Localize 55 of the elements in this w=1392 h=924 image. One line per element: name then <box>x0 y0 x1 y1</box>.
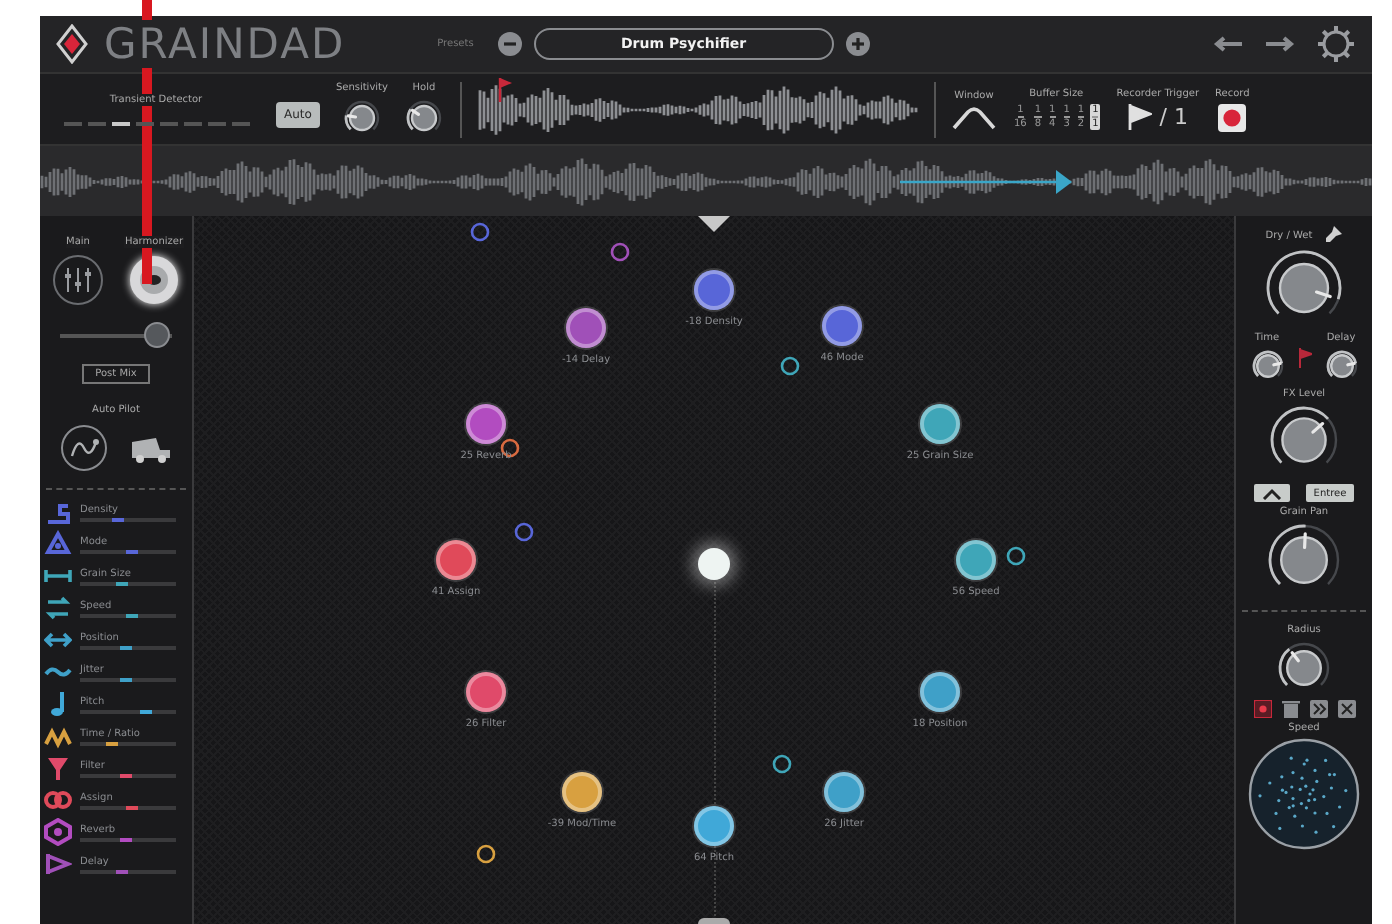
ring-handle-icon[interactable] <box>610 242 630 262</box>
ring-handle-icon[interactable] <box>772 754 792 774</box>
speed-orb-drawing[interactable] <box>1248 738 1360 850</box>
ring-handle-icon[interactable] <box>476 844 496 864</box>
trigger-count: / 1 <box>1159 104 1188 130</box>
parameter-icon[interactable] <box>44 754 72 782</box>
parameter-icon[interactable] <box>44 530 72 558</box>
trash-icon[interactable] <box>1281 700 1299 718</box>
minus-button-icon[interactable] <box>497 32 522 56</box>
app-title: GRAINDAD <box>104 20 346 68</box>
parameter-node[interactable] <box>956 540 996 580</box>
parameter-icon[interactable] <box>44 818 72 846</box>
ring-handle-icon[interactable] <box>514 522 534 542</box>
parameter-icon[interactable] <box>44 498 72 526</box>
parameter-node[interactable] <box>466 672 506 712</box>
record-button-icon[interactable] <box>1218 103 1247 131</box>
path-circle-icon[interactable] <box>60 424 108 472</box>
parameter-node[interactable] <box>920 404 960 444</box>
ring-handle-icon[interactable] <box>1006 546 1026 566</box>
parameter-node[interactable] <box>562 772 602 812</box>
ring-handle-icon[interactable] <box>470 222 490 242</box>
double-arrow-icon[interactable] <box>1309 700 1327 718</box>
parameter-node[interactable] <box>822 306 862 346</box>
knob[interactable] <box>1249 348 1285 384</box>
window-curve-icon[interactable] <box>951 105 996 129</box>
parameter-icon[interactable] <box>44 786 72 814</box>
parameter-icon[interactable] <box>44 594 72 622</box>
parameter-node[interactable] <box>824 772 864 812</box>
slider-thumb[interactable] <box>144 322 171 348</box>
ring-handle-icon[interactable] <box>780 356 800 376</box>
caret-button[interactable] <box>1253 484 1290 502</box>
knob[interactable] <box>1323 348 1359 384</box>
parameter-node[interactable] <box>694 806 734 846</box>
parameter-node[interactable] <box>566 308 606 348</box>
mode-button-icon[interactable] <box>52 254 104 306</box>
parameter-node[interactable] <box>694 270 734 310</box>
center-glow-dot[interactable] <box>698 548 730 580</box>
drop-down-tab-icon[interactable] <box>698 216 730 232</box>
caret-icon <box>1261 487 1282 499</box>
plus-button-icon[interactable] <box>845 32 870 56</box>
flag-icon[interactable] <box>497 77 512 101</box>
settings-icon[interactable] <box>1316 24 1356 64</box>
parameter-node[interactable] <box>920 672 960 712</box>
knob[interactable] <box>403 97 444 137</box>
record-icon[interactable] <box>1253 700 1271 718</box>
truck-icon[interactable] <box>128 432 172 464</box>
pin-icon[interactable] <box>1324 226 1343 244</box>
redo-arrow-icon[interactable] <box>1264 34 1296 54</box>
parameter-node[interactable] <box>436 540 476 580</box>
expand-icon[interactable] <box>1337 700 1355 718</box>
knob[interactable] <box>341 97 382 137</box>
diamond-logo-icon <box>56 24 88 64</box>
parameter-node[interactable] <box>466 404 506 444</box>
parameter-icon[interactable] <box>44 850 72 878</box>
undo-arrow-icon[interactable] <box>1212 34 1244 54</box>
